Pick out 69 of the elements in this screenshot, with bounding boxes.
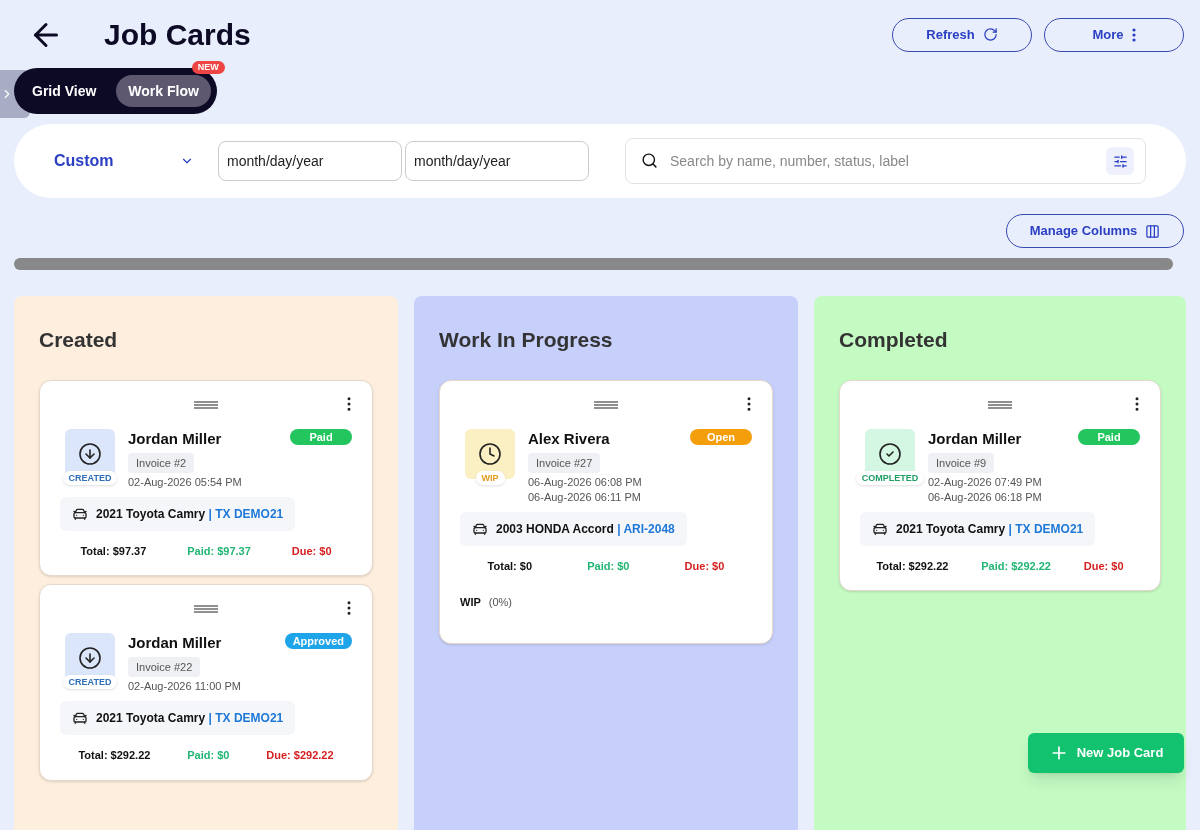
- job-card[interactable]: CREATED Jordan Miller Paid Invoice #2 02-Aug-2026 05:54 PM 2021 Toyota Camry | TX DEMO21 Total: $97.37 Paid: $97.37 Due: $0: [39, 379, 373, 576]
- refresh-icon: [982, 27, 998, 42]
- drag-handle-icon[interactable]: [987, 400, 1013, 409]
- vehicle-text: 2021 Toyota Camry | TX DEMO21: [896, 520, 1084, 538]
- due-amount: Due: $0: [1083, 558, 1124, 574]
- due-amount: Due: $292.22: [266, 748, 334, 763]
- card-date: 02-Aug-2026 11:00 PM: [128, 679, 242, 693]
- customer-name: Alex Rivera: [528, 428, 610, 449]
- status-badge: Open: [690, 428, 752, 445]
- horizontal-scrollbar[interactable]: [14, 258, 1173, 270]
- status-badge: Paid: [1078, 428, 1140, 445]
- column-title: Completed: [839, 327, 949, 353]
- paid-amount: Paid: $97.37: [187, 543, 251, 559]
- card-date: 06-Aug-2026 06:18 PM: [928, 489, 1043, 504]
- customer-name: Jordan Miller: [128, 428, 222, 449]
- total-amount: Total: $0: [487, 558, 532, 574]
- progress-value: (0%): [488, 595, 512, 610]
- total-amount: Total: $292.22: [876, 558, 949, 574]
- status-badge: Approved: [284, 633, 352, 649]
- paid-amount: Paid: $0: [587, 558, 630, 574]
- drag-handle-icon[interactable]: [193, 605, 219, 613]
- car-icon: [72, 710, 88, 726]
- customer-name: Jordan Miller: [128, 633, 222, 653]
- view-tab[interactable]: Grid View: [20, 75, 109, 107]
- invoice-tag: Invoice #9: [928, 452, 995, 473]
- vehicle-text: 2021 Toyota Camry | TX DEMO21: [96, 710, 284, 727]
- date-to-field[interactable]: month/day/year: [405, 141, 589, 181]
- job-card[interactable]: CREATED Jordan Miller Approved Invoice #22 02-Aug-2026 11:00 PM 2021 Toyota Camry | TX DEMO21 Total: $292.22 Paid: $0 Due: $292.22: [39, 584, 373, 781]
- paid-amount: Paid: $0: [187, 748, 230, 763]
- due-amount: Due: $0: [291, 543, 332, 559]
- due-amount: Due: $0: [684, 558, 725, 574]
- invoice-tag: Invoice #22: [128, 657, 201, 677]
- new-badge: NEW: [191, 61, 225, 74]
- search-icon: [641, 152, 658, 169]
- job-card[interactable]: COMPLETED Jordan Miller Paid Invoice #9 02-Aug-2026 07:49 PM 06-Aug-2026 06:18 PM 2021 Toyota Camry | TX DEMO21 Total: $292.22 Paid: $292.22 Due: $0: [839, 379, 1161, 591]
- sliders-icon: [1112, 153, 1128, 169]
- invoice-tag: Invoice #27: [528, 452, 601, 473]
- search-field[interactable]: Search by name, number, status, label: [625, 138, 1146, 184]
- card-date: 02-Aug-2026 07:49 PM: [928, 474, 1043, 489]
- view-tab[interactable]: Work Flow: [116, 75, 211, 107]
- stage-label: COMPLETED: [855, 470, 925, 485]
- card-date: 02-Aug-2026 05:54 PM: [128, 474, 243, 489]
- clock-icon: [478, 441, 502, 466]
- stage-label: CREATED: [62, 675, 118, 689]
- customer-name: Jordan Miller: [928, 428, 1022, 449]
- column-title: Work In Progress: [439, 327, 614, 353]
- progress-label: WIP: [460, 595, 481, 610]
- invoice-tag: Invoice #2: [128, 452, 195, 473]
- date-from-field[interactable]: month/day/year: [218, 141, 402, 181]
- column-title: Created: [39, 327, 119, 353]
- job-card[interactable]: WIP Alex Rivera Open Invoice #27 06-Aug-2026 06:08 PM 06-Aug-2026 06:11 PM 2003 HONDA Accord | ARI-2048 Total: $0 Paid: $0 Due: $0 WIP (0%): [439, 379, 773, 644]
- download-circle-icon: [78, 441, 102, 466]
- download-circle-icon: [78, 646, 102, 670]
- total-amount: Total: $97.37: [80, 543, 147, 559]
- filter-settings-button[interactable]: [1106, 147, 1134, 175]
- vehicle-text: 2003 HONDA Accord | ARI-2048: [496, 520, 675, 538]
- paid-amount: Paid: $292.22: [981, 558, 1051, 574]
- range-dropdown[interactable]: Custom: [54, 149, 194, 173]
- kebab-icon: [1131, 27, 1136, 42]
- vehicle-text: 2021 Toyota Camry | TX DEMO21: [96, 505, 284, 523]
- total-amount: Total: $292.22: [78, 748, 151, 763]
- check-circle-icon: [878, 441, 902, 466]
- drag-handle-icon[interactable]: [193, 400, 219, 409]
- card-date: 06-Aug-2026 06:08 PM: [528, 474, 643, 489]
- page-title: Job Cards: [104, 17, 251, 53]
- drag-handle-icon[interactable]: [593, 400, 619, 409]
- columns-icon: [1145, 223, 1161, 239]
- status-badge: Paid: [290, 428, 352, 445]
- card-date: 06-Aug-2026 06:11 PM: [528, 489, 642, 504]
